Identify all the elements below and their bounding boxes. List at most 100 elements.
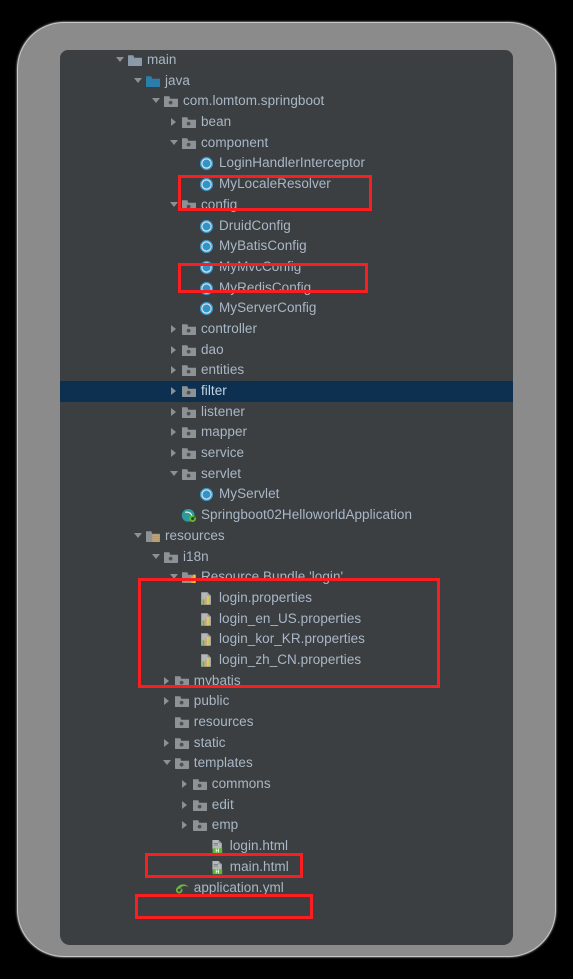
project-tree-panel[interactable]: main java com.lomtom.springboot bean compone… [60, 50, 513, 945]
chevron-down-icon[interactable] [116, 50, 127, 71]
tree-row[interactable]: login.properties [60, 588, 513, 609]
chevron-right-icon[interactable] [170, 340, 181, 361]
tree-row-label: MyBatisConfig [219, 238, 307, 254]
tree-row[interactable]: Resource Bundle 'login' [60, 567, 513, 588]
folder-package-icon [192, 815, 209, 836]
tree-row[interactable]: MyLocaleResolver [60, 174, 513, 195]
tree-row[interactable]: Hmain.html [60, 857, 513, 878]
tree-arrow-placeholder [188, 609, 199, 630]
tree-row[interactable]: config [60, 195, 513, 216]
tree-row[interactable]: main [60, 50, 513, 71]
chevron-down-icon[interactable] [170, 464, 181, 485]
chevron-right-icon[interactable] [170, 422, 181, 443]
tree-row-label: application.yml [193, 879, 284, 895]
tree-row[interactable]: LoginHandlerInterceptor [60, 153, 513, 174]
properties-file-icon [199, 629, 216, 650]
tree-row[interactable]: login_zh_CN.properties [60, 650, 513, 671]
project-tree[interactable]: main java com.lomtom.springboot bean compone… [60, 50, 513, 898]
folder-package-icon [181, 319, 198, 340]
tree-row[interactable]: component [60, 133, 513, 154]
chevron-right-icon[interactable] [170, 319, 181, 340]
tree-row-label: commons [211, 776, 271, 792]
tree-row-label: login_zh_CN.properties [219, 651, 362, 667]
chevron-down-icon[interactable] [170, 133, 181, 154]
chevron-right-icon[interactable] [170, 381, 181, 402]
properties-file-icon [199, 650, 216, 671]
folder-package-icon [163, 547, 180, 568]
chevron-right-icon[interactable] [170, 360, 181, 381]
tree-row[interactable]: MyServlet [60, 484, 513, 505]
tree-row[interactable]: dao [60, 340, 513, 361]
tree-row[interactable]: com.lomtom.springboot [60, 91, 513, 112]
tree-row[interactable]: servlet [60, 464, 513, 485]
html-file-icon: H [210, 857, 227, 878]
tree-row[interactable]: login_kor_KR.properties [60, 629, 513, 650]
tree-row[interactable]: MyServerConfig [60, 298, 513, 319]
tree-row[interactable]: application.yml [60, 878, 513, 899]
tree-row[interactable]: controller [60, 319, 513, 340]
device-frame: main java com.lomtom.springboot bean compone… [18, 23, 555, 956]
tree-row[interactable]: i18n [60, 547, 513, 568]
tree-row-label: public [193, 693, 230, 709]
tree-row-label: resources [165, 527, 225, 543]
tree-row-label: entities [201, 362, 245, 378]
chevron-right-icon[interactable] [170, 112, 181, 133]
tree-row-label: static [193, 734, 226, 750]
chevron-right-icon[interactable] [181, 795, 192, 816]
chevron-down-icon[interactable] [134, 526, 145, 547]
tree-arrow-placeholder [188, 298, 199, 319]
tree-row[interactable]: Springboot02HelloworldApplication [60, 505, 513, 526]
spring-boot-app-icon [181, 505, 198, 526]
tree-row-label: service [201, 445, 245, 461]
folder-module-icon [127, 50, 144, 71]
chevron-right-icon[interactable] [163, 671, 174, 692]
tree-row[interactable]: listener [60, 402, 513, 423]
chevron-right-icon[interactable] [170, 402, 181, 423]
chevron-down-icon[interactable] [152, 91, 163, 112]
tree-row[interactable]: mybatis [60, 671, 513, 692]
tree-row-label: config [201, 196, 238, 212]
tree-row[interactable]: MyRedisConfig [60, 278, 513, 299]
tree-row-label: MyLocaleResolver [219, 176, 331, 192]
chevron-right-icon[interactable] [170, 443, 181, 464]
tree-row[interactable]: entities [60, 360, 513, 381]
tree-row-label: Springboot02HelloworldApplication [201, 507, 413, 523]
tree-row[interactable]: MyMvcConfig [60, 257, 513, 278]
tree-row[interactable]: emp [60, 815, 513, 836]
tree-row[interactable]: filter [60, 381, 513, 402]
java-class-icon [199, 153, 216, 174]
svg-text:H: H [215, 849, 219, 855]
folder-package-icon [181, 464, 198, 485]
tree-row[interactable]: service [60, 443, 513, 464]
chevron-down-icon[interactable] [170, 567, 181, 588]
tree-row[interactable]: templates [60, 753, 513, 774]
chevron-right-icon[interactable] [163, 691, 174, 712]
chevron-down-icon[interactable] [134, 71, 145, 92]
chevron-right-icon[interactable] [181, 815, 192, 836]
tree-row[interactable]: Hlogin.html [60, 836, 513, 857]
tree-arrow-placeholder [188, 484, 199, 505]
tree-row[interactable]: login_en_US.properties [60, 609, 513, 630]
chevron-down-icon[interactable] [152, 547, 163, 568]
tree-row[interactable]: public [60, 691, 513, 712]
tree-row-label: login_kor_KR.properties [219, 631, 365, 647]
folder-package-icon [174, 753, 191, 774]
tree-row[interactable]: bean [60, 112, 513, 133]
tree-row[interactable]: commons [60, 774, 513, 795]
tree-row[interactable]: static [60, 733, 513, 754]
tree-row[interactable]: edit [60, 795, 513, 816]
folder-package-icon [174, 691, 191, 712]
chevron-right-icon[interactable] [181, 774, 192, 795]
tree-row-label: login.properties [219, 589, 313, 605]
chevron-right-icon[interactable] [163, 733, 174, 754]
tree-row[interactable]: mapper [60, 422, 513, 443]
chevron-down-icon[interactable] [170, 195, 181, 216]
tree-row[interactable]: DruidConfig [60, 216, 513, 237]
tree-row[interactable]: resources [60, 526, 513, 547]
tree-row[interactable]: MyBatisConfig [60, 236, 513, 257]
tree-row[interactable]: java [60, 71, 513, 92]
chevron-down-icon[interactable] [162, 753, 174, 774]
tree-row-label: main.html [229, 858, 289, 874]
tree-row[interactable]: resources [60, 712, 513, 733]
folder-package-icon [174, 712, 191, 733]
